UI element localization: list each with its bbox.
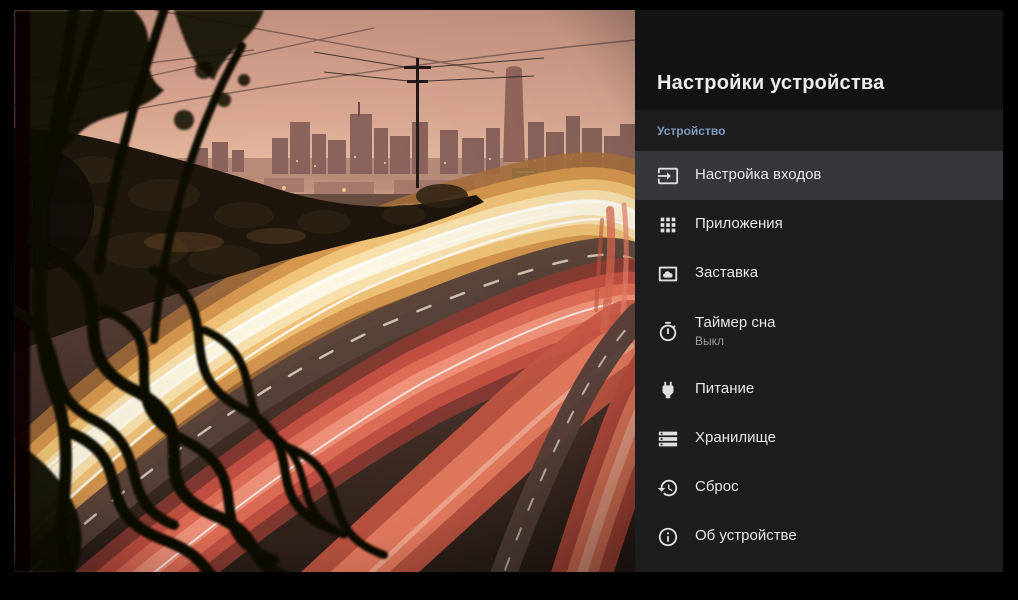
settings-item-label: Питание — [695, 381, 754, 398]
settings-item-label: Хранилище — [695, 430, 776, 447]
settings-item-label: Настройка входов — [695, 167, 821, 184]
reset-icon — [657, 477, 679, 499]
input-icon — [657, 165, 679, 187]
storage-icon — [657, 428, 679, 450]
vignette — [14, 10, 635, 572]
settings-item-label: Приложения — [695, 216, 783, 233]
settings-item-label: Таймер сна — [695, 315, 776, 332]
apps-icon — [657, 214, 679, 236]
settings-list: Настройка входов Приложения Заставка Тай… — [635, 151, 1003, 561]
settings-item-value: Выкл — [695, 335, 776, 348]
settings-item[interactable]: Хранилище — [635, 414, 1003, 463]
screensaver-icon — [657, 263, 679, 285]
settings-item[interactable]: Питание — [635, 365, 1003, 414]
timer-icon — [657, 321, 679, 343]
settings-item[interactable]: Заставка — [635, 249, 1003, 298]
settings-item-label: Заставка — [695, 265, 758, 282]
info-icon — [657, 526, 679, 548]
tv-screen: Настройки устройства Устройство Настройк… — [14, 10, 1003, 572]
panel-title: Настройки устройства — [657, 72, 884, 95]
settings-item[interactable]: Об устройстве — [635, 512, 1003, 561]
settings-item[interactable]: Сброс — [635, 463, 1003, 512]
settings-item[interactable]: Приложения — [635, 200, 1003, 249]
settings-item[interactable]: Настройка входов — [635, 151, 1003, 200]
settings-item[interactable]: Таймер сна Выкл — [635, 298, 1003, 365]
background-photo — [14, 10, 635, 572]
settings-panel: Настройки устройства Устройство Настройк… — [635, 10, 1003, 572]
section-header: Устройство — [635, 110, 1003, 151]
power-plug-icon — [657, 379, 679, 401]
tv-photo-frame: { "panel": { "title": "Настройки устройс… — [0, 0, 1018, 600]
settings-item-label: Сброс — [695, 479, 739, 496]
settings-item-label: Об устройстве — [695, 528, 797, 545]
panel-header: Настройки устройства — [635, 10, 1003, 110]
